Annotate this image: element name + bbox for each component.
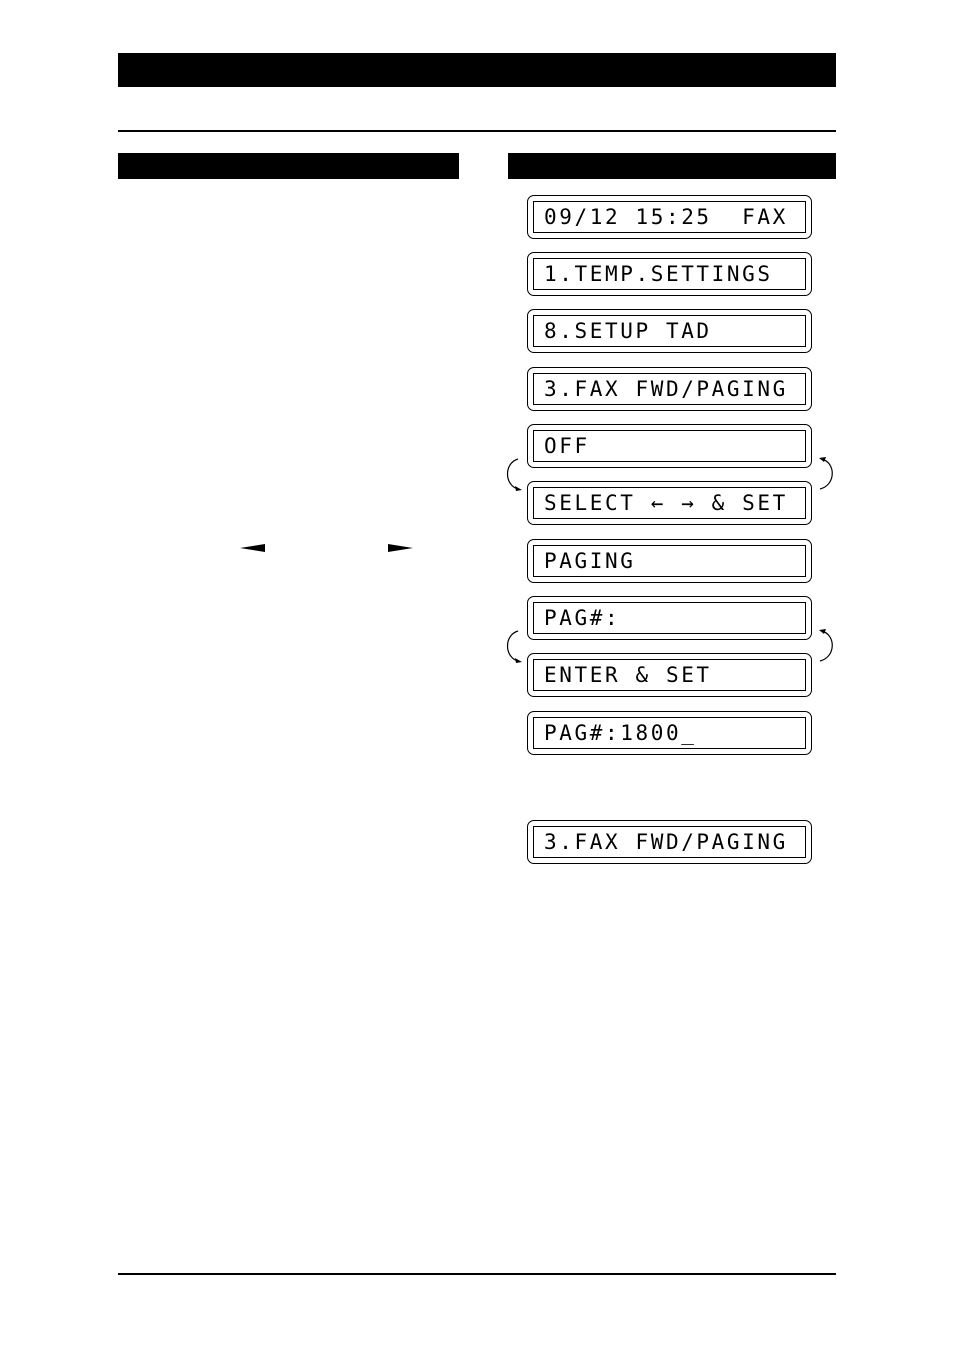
lcd-text: 8.SETUP TAD — [533, 315, 806, 347]
lcd-screen-paging: PAGING — [527, 539, 812, 583]
lcd-screen-pag-number: PAG#: — [527, 596, 812, 640]
cycle-arrow-right-icon — [819, 629, 833, 662]
right-arrow-icon — [388, 544, 413, 552]
left-column-heading — [118, 153, 459, 179]
lcd-text: 3.FAX FWD/PAGING — [533, 826, 806, 858]
lcd-screen-temp-settings: 1.TEMP.SETTINGS — [527, 252, 812, 296]
lcd-text: 1.TEMP.SETTINGS — [533, 258, 806, 290]
right-column-heading — [508, 153, 836, 179]
lcd-screen-setup-tad: 8.SETUP TAD — [527, 309, 812, 353]
lcd-text: PAG#: — [533, 602, 806, 634]
lcd-screen-fax-fwd-paging: 3.FAX FWD/PAGING — [527, 367, 812, 411]
left-arrow-icon — [240, 544, 265, 552]
lcd-screen-off: OFF — [527, 424, 812, 468]
lcd-text: ENTER & SET — [533, 659, 806, 691]
lcd-text: SELECT ← → & SET — [533, 487, 806, 519]
lcd-text: PAG#:1800_ — [533, 717, 806, 749]
cycle-arrow-left-icon — [506, 630, 522, 663]
lcd-screen-select-set: SELECT ← → & SET — [527, 481, 812, 525]
cycle-arrow-right-icon — [819, 457, 833, 490]
header-bar — [118, 53, 836, 87]
lcd-screen-enter-set: ENTER & SET — [527, 653, 812, 697]
lcd-screen-pag-number-entered: PAG#:1800_ — [527, 711, 812, 755]
lcd-screen-date-time: 09/12 15:25 FAX — [527, 195, 812, 239]
lcd-text: OFF — [533, 430, 806, 462]
lcd-screen-fax-fwd-paging-return: 3.FAX FWD/PAGING — [527, 820, 812, 864]
cycle-arrow-left-icon — [506, 458, 522, 491]
bottom-rule — [118, 1273, 836, 1275]
lcd-text: 3.FAX FWD/PAGING — [533, 373, 806, 405]
lcd-text: 09/12 15:25 FAX — [533, 201, 806, 233]
lcd-text: PAGING — [533, 545, 806, 577]
top-rule — [118, 130, 836, 132]
